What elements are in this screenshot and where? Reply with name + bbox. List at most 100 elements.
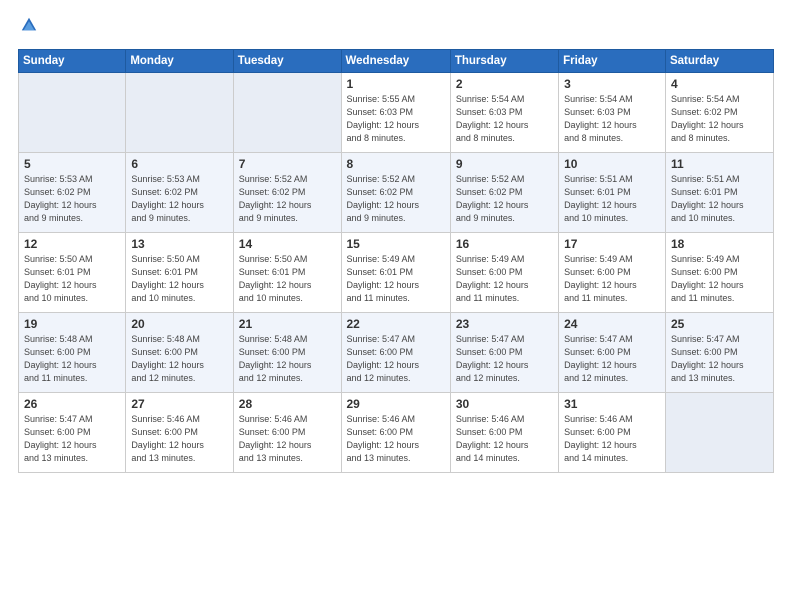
day-info: Sunrise: 5:47 AM Sunset: 6:00 PM Dayligh… — [456, 333, 553, 385]
day-cell: 4 Sunrise: 5:54 AM Sunset: 6:02 PM Daylig… — [665, 73, 773, 153]
day-number: 28 — [239, 397, 336, 411]
day-number: 25 — [671, 317, 768, 331]
day-number: 5 — [24, 157, 120, 171]
day-number: 23 — [456, 317, 553, 331]
day-number: 14 — [239, 237, 336, 251]
day-number: 21 — [239, 317, 336, 331]
day-info: Sunrise: 5:46 AM Sunset: 6:00 PM Dayligh… — [456, 413, 553, 465]
day-info: Sunrise: 5:53 AM Sunset: 6:02 PM Dayligh… — [131, 173, 227, 225]
week-row-5: 26 Sunrise: 5:47 AM Sunset: 6:00 PM Dayli… — [19, 393, 774, 473]
day-info: Sunrise: 5:55 AM Sunset: 6:03 PM Dayligh… — [347, 93, 445, 145]
weekday-header-thursday: Thursday — [450, 50, 558, 73]
day-cell: 17 Sunrise: 5:49 AM Sunset: 6:00 PM Dayli… — [559, 233, 666, 313]
day-cell — [233, 73, 341, 153]
day-info: Sunrise: 5:46 AM Sunset: 6:00 PM Dayligh… — [564, 413, 660, 465]
day-number: 7 — [239, 157, 336, 171]
day-number: 2 — [456, 77, 553, 91]
day-number: 1 — [347, 77, 445, 91]
day-info: Sunrise: 5:53 AM Sunset: 6:02 PM Dayligh… — [24, 173, 120, 225]
day-info: Sunrise: 5:51 AM Sunset: 6:01 PM Dayligh… — [671, 173, 768, 225]
day-number: 3 — [564, 77, 660, 91]
day-info: Sunrise: 5:49 AM Sunset: 6:00 PM Dayligh… — [564, 253, 660, 305]
day-cell: 24Sunrise: 5:47 AM Sunset: 6:00 PM Dayli… — [559, 313, 666, 393]
day-cell: 22 Sunrise: 5:47 AM Sunset: 6:00 PM Dayli… — [341, 313, 450, 393]
day-cell: 15 Sunrise: 5:49 AM Sunset: 6:01 PM Dayli… — [341, 233, 450, 313]
day-info: Sunrise: 5:47 AM Sunset: 6:00 PM Dayligh… — [347, 333, 445, 385]
day-cell: 18Sunrise: 5:49 AM Sunset: 6:00 PM Dayli… — [665, 233, 773, 313]
logo — [18, 16, 38, 39]
day-number: 31 — [564, 397, 660, 411]
day-number: 12 — [24, 237, 120, 251]
day-cell: 9 Sunrise: 5:52 AM Sunset: 6:02 PM Daylig… — [450, 153, 558, 233]
day-info: Sunrise: 5:52 AM Sunset: 6:02 PM Dayligh… — [347, 173, 445, 225]
day-cell: 11 Sunrise: 5:51 AM Sunset: 6:01 PM Dayli… — [665, 153, 773, 233]
day-cell: 31 Sunrise: 5:46 AM Sunset: 6:00 PM Dayli… — [559, 393, 666, 473]
day-number: 15 — [347, 237, 445, 251]
day-info: Sunrise: 5:49 AM Sunset: 6:01 PM Dayligh… — [347, 253, 445, 305]
day-info: Sunrise: 5:54 AM Sunset: 6:02 PM Dayligh… — [671, 93, 768, 145]
day-info: Sunrise: 5:49 AM Sunset: 6:00 PM Dayligh… — [671, 253, 768, 305]
day-cell: 7 Sunrise: 5:52 AM Sunset: 6:02 PM Daylig… — [233, 153, 341, 233]
day-info: Sunrise: 5:54 AM Sunset: 6:03 PM Dayligh… — [456, 93, 553, 145]
day-info: Sunrise: 5:46 AM Sunset: 6:00 PM Dayligh… — [347, 413, 445, 465]
day-number: 11 — [671, 157, 768, 171]
day-info: Sunrise: 5:49 AM Sunset: 6:00 PM Dayligh… — [456, 253, 553, 305]
day-info: Sunrise: 5:50 AM Sunset: 6:01 PM Dayligh… — [131, 253, 227, 305]
day-cell: 6Sunrise: 5:53 AM Sunset: 6:02 PM Daylig… — [126, 153, 233, 233]
day-info: Sunrise: 5:51 AM Sunset: 6:01 PM Dayligh… — [564, 173, 660, 225]
day-cell: 29 Sunrise: 5:46 AM Sunset: 6:00 PM Dayli… — [341, 393, 450, 473]
day-cell: 3 Sunrise: 5:54 AM Sunset: 6:03 PM Daylig… — [559, 73, 666, 153]
day-number: 13 — [131, 237, 227, 251]
day-cell: 27 Sunrise: 5:46 AM Sunset: 6:00 PM Dayli… — [126, 393, 233, 473]
weekday-header-row: SundayMondayTuesdayWednesdayThursdayFrid… — [19, 50, 774, 73]
day-number: 16 — [456, 237, 553, 251]
week-row-4: 19 Sunrise: 5:48 AM Sunset: 6:00 PM Dayli… — [19, 313, 774, 393]
day-cell: 23 Sunrise: 5:47 AM Sunset: 6:00 PM Dayli… — [450, 313, 558, 393]
day-cell: 20Sunrise: 5:48 AM Sunset: 6:00 PM Dayli… — [126, 313, 233, 393]
day-cell — [665, 393, 773, 473]
day-info: Sunrise: 5:47 AM Sunset: 6:00 PM Dayligh… — [24, 413, 120, 465]
calendar-table: SundayMondayTuesdayWednesdayThursdayFrid… — [18, 49, 774, 473]
day-number: 17 — [564, 237, 660, 251]
day-cell — [19, 73, 126, 153]
weekday-header-sunday: Sunday — [19, 50, 126, 73]
day-info: Sunrise: 5:50 AM Sunset: 6:01 PM Dayligh… — [24, 253, 120, 305]
calendar-page: SundayMondayTuesdayWednesdayThursdayFrid… — [0, 0, 792, 612]
day-cell: 16 Sunrise: 5:49 AM Sunset: 6:00 PM Dayli… — [450, 233, 558, 313]
day-cell — [126, 73, 233, 153]
day-info: Sunrise: 5:52 AM Sunset: 6:02 PM Dayligh… — [456, 173, 553, 225]
day-info: Sunrise: 5:47 AM Sunset: 6:00 PM Dayligh… — [564, 333, 660, 385]
day-cell: 21 Sunrise: 5:48 AM Sunset: 6:00 PM Dayli… — [233, 313, 341, 393]
day-cell: 28Sunrise: 5:46 AM Sunset: 6:00 PM Dayli… — [233, 393, 341, 473]
day-cell: 25 Sunrise: 5:47 AM Sunset: 6:00 PM Dayli… — [665, 313, 773, 393]
day-info: Sunrise: 5:50 AM Sunset: 6:01 PM Dayligh… — [239, 253, 336, 305]
day-number: 27 — [131, 397, 227, 411]
day-number: 20 — [131, 317, 227, 331]
day-info: Sunrise: 5:48 AM Sunset: 6:00 PM Dayligh… — [239, 333, 336, 385]
weekday-header-saturday: Saturday — [665, 50, 773, 73]
week-row-1: 1 Sunrise: 5:55 AM Sunset: 6:03 PM Daylig… — [19, 73, 774, 153]
day-info: Sunrise: 5:47 AM Sunset: 6:00 PM Dayligh… — [671, 333, 768, 385]
day-cell: 30Sunrise: 5:46 AM Sunset: 6:00 PM Dayli… — [450, 393, 558, 473]
day-cell: 12 Sunrise: 5:50 AM Sunset: 6:01 PM Dayli… — [19, 233, 126, 313]
day-number: 19 — [24, 317, 120, 331]
day-cell: 8Sunrise: 5:52 AM Sunset: 6:02 PM Daylig… — [341, 153, 450, 233]
day-number: 29 — [347, 397, 445, 411]
day-number: 4 — [671, 77, 768, 91]
day-number: 9 — [456, 157, 553, 171]
day-info: Sunrise: 5:52 AM Sunset: 6:02 PM Dayligh… — [239, 173, 336, 225]
day-cell: 2 Sunrise: 5:54 AM Sunset: 6:03 PM Daylig… — [450, 73, 558, 153]
day-number: 10 — [564, 157, 660, 171]
day-number: 26 — [24, 397, 120, 411]
weekday-header-monday: Monday — [126, 50, 233, 73]
day-number: 22 — [347, 317, 445, 331]
day-cell: 5 Sunrise: 5:53 AM Sunset: 6:02 PM Daylig… — [19, 153, 126, 233]
day-cell: 13 Sunrise: 5:50 AM Sunset: 6:01 PM Dayli… — [126, 233, 233, 313]
day-info: Sunrise: 5:46 AM Sunset: 6:00 PM Dayligh… — [131, 413, 227, 465]
day-cell: 14 Sunrise: 5:50 AM Sunset: 6:01 PM Dayli… — [233, 233, 341, 313]
day-info: Sunrise: 5:48 AM Sunset: 6:00 PM Dayligh… — [24, 333, 120, 385]
week-row-3: 12 Sunrise: 5:50 AM Sunset: 6:01 PM Dayli… — [19, 233, 774, 313]
header — [18, 16, 774, 39]
day-cell: 19 Sunrise: 5:48 AM Sunset: 6:00 PM Dayli… — [19, 313, 126, 393]
day-info: Sunrise: 5:54 AM Sunset: 6:03 PM Dayligh… — [564, 93, 660, 145]
